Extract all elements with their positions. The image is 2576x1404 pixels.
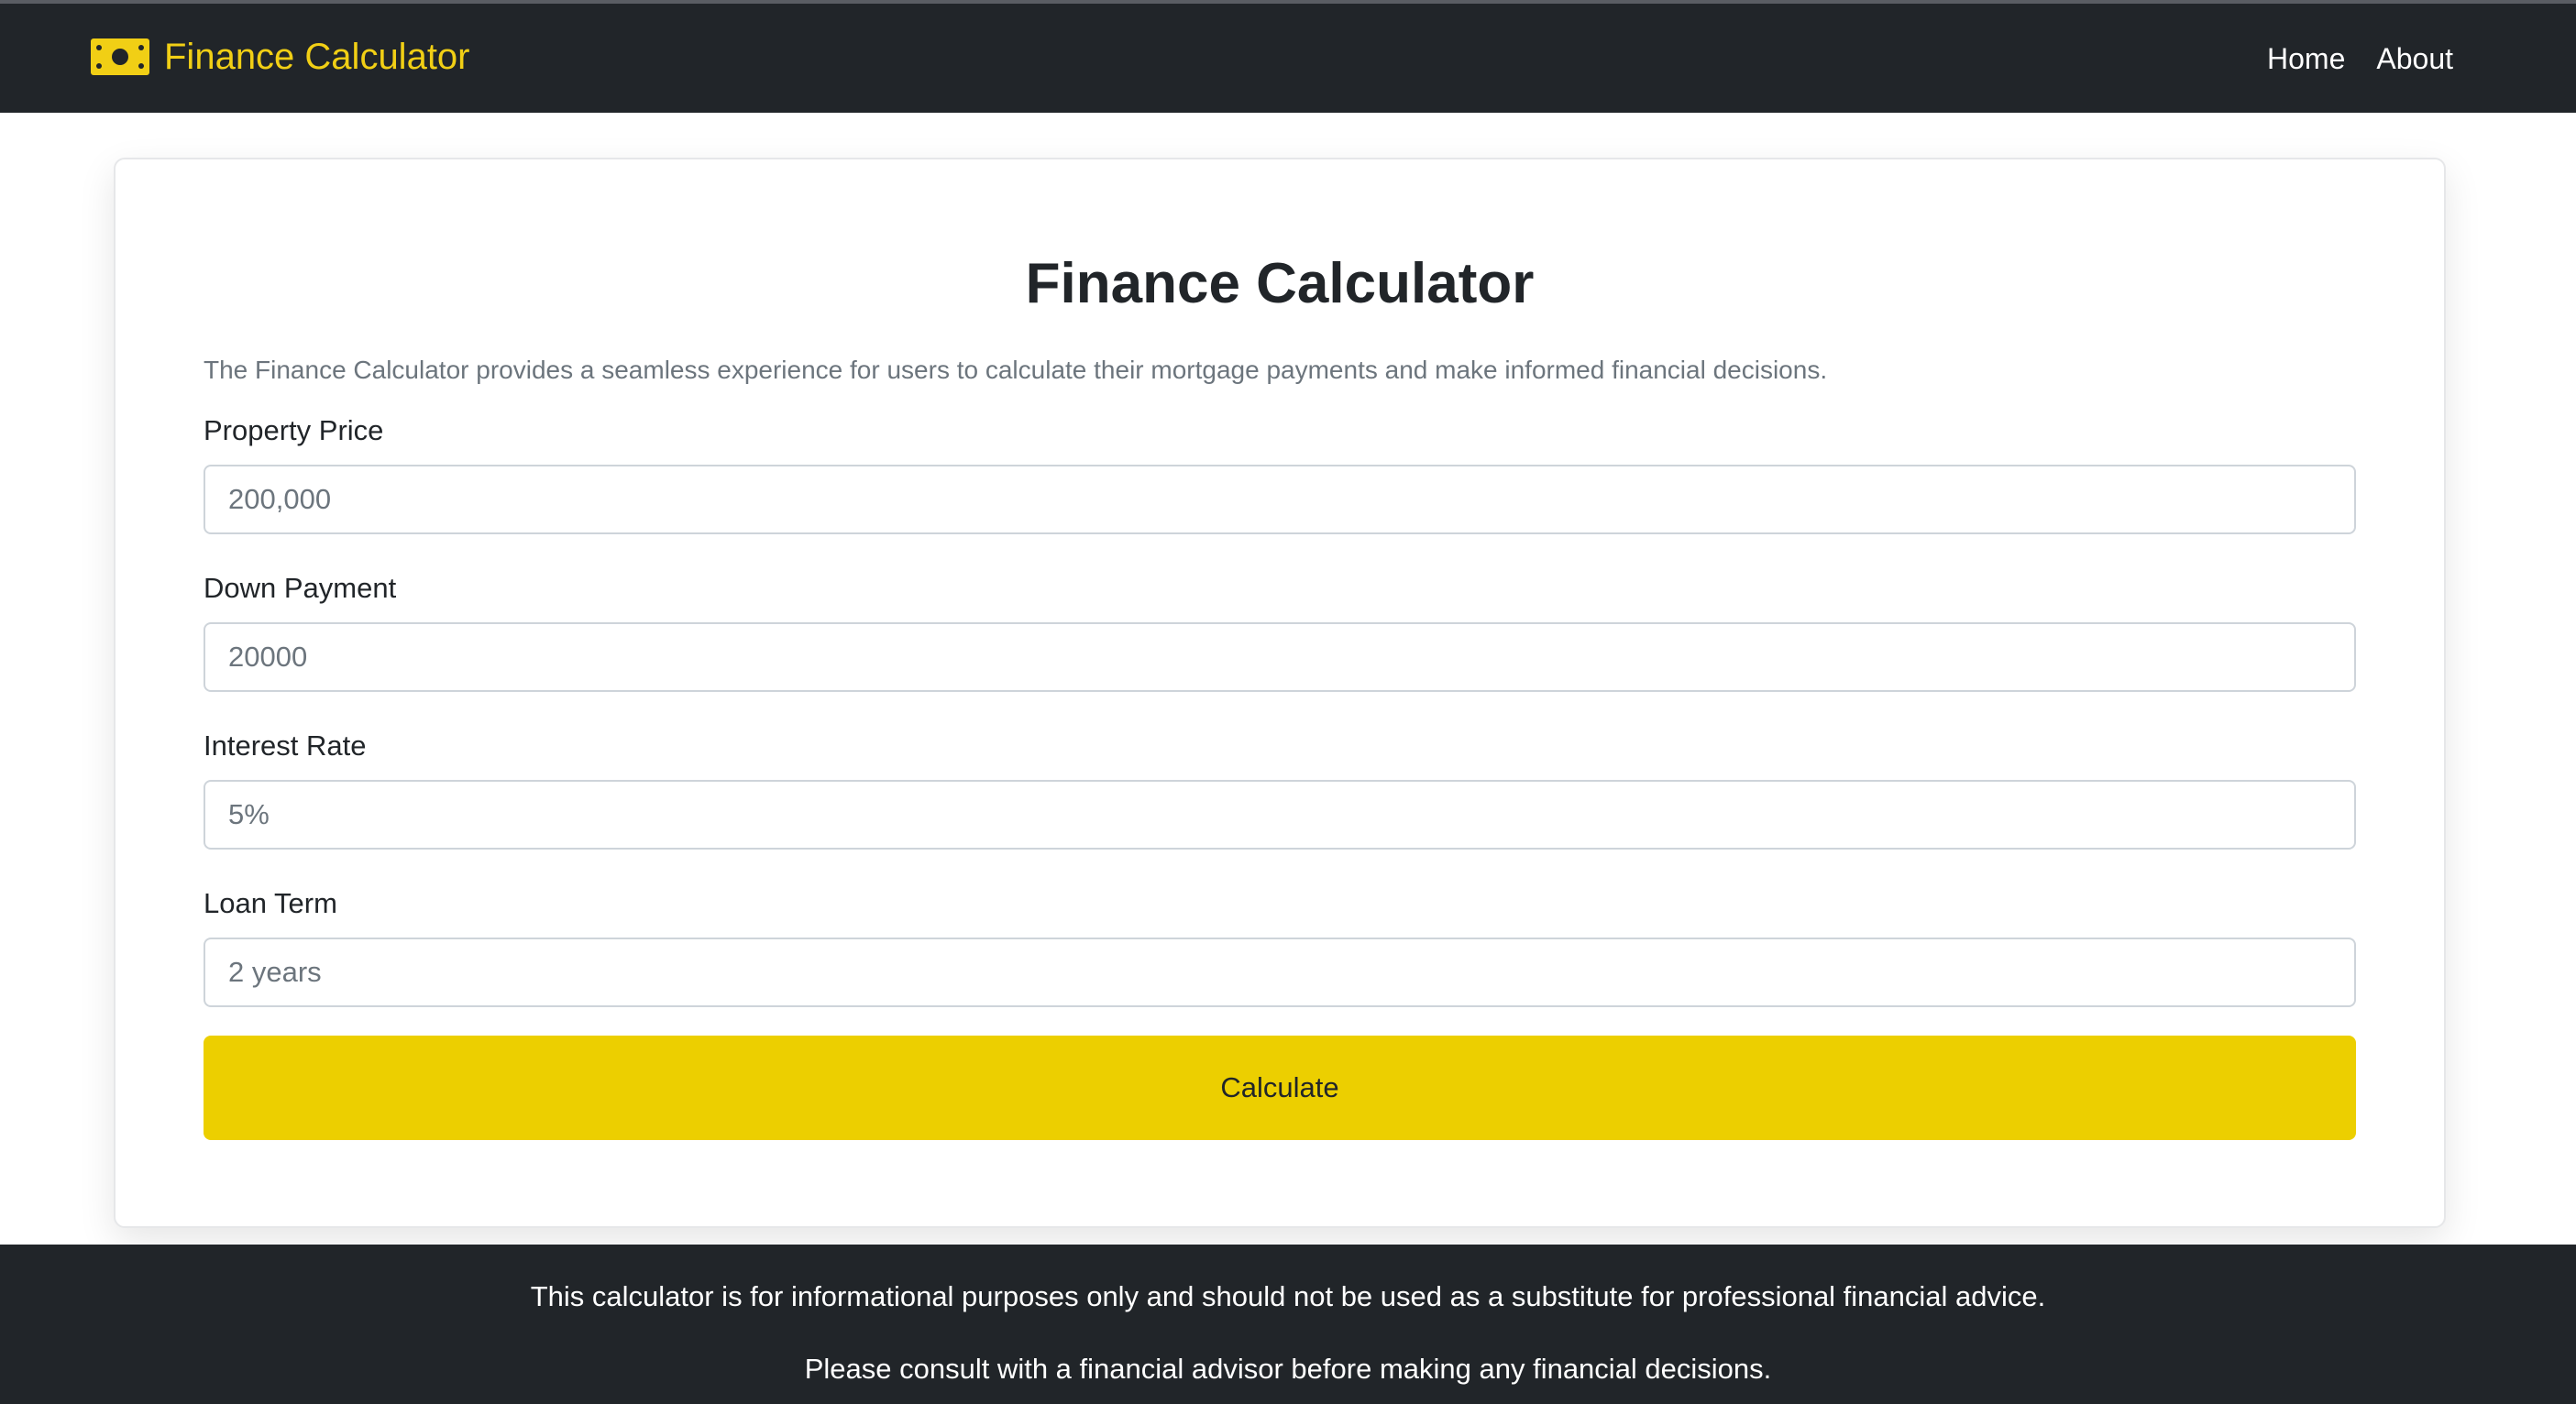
loan-term-input[interactable] [204, 938, 2356, 1007]
footer-advice: Please consult with a financial advisor … [804, 1353, 1772, 1385]
nav-link-home[interactable]: Home [2267, 31, 2345, 86]
loan-term-label: Loan Term [204, 887, 337, 919]
page-title: Finance Calculator [1025, 252, 1535, 315]
calculator-card: Finance Calculator The Finance Calculato… [114, 158, 2446, 1228]
property-price-input[interactable] [204, 465, 2356, 534]
money-bill-icon [91, 38, 149, 75]
brand-text: Finance Calculator [164, 37, 470, 77]
interest-rate-input[interactable] [204, 780, 2356, 850]
nav-links: Home About [2267, 31, 2453, 86]
interest-rate-label: Interest Rate [204, 729, 367, 762]
nav-link-about[interactable]: About [2376, 31, 2453, 86]
page-description: The Finance Calculator provides a seamle… [204, 356, 1828, 384]
brand-link[interactable]: Finance Calculator [91, 29, 470, 84]
down-payment-label: Down Payment [204, 572, 397, 604]
navbar: Finance Calculator Home About [0, 4, 2576, 113]
down-payment-input[interactable] [204, 622, 2356, 692]
footer: This calculator is for informational pur… [0, 1245, 2576, 1404]
calculate-button[interactable]: Calculate [204, 1036, 2356, 1140]
footer-disclaimer: This calculator is for informational pur… [530, 1280, 2046, 1312]
property-price-label: Property Price [204, 414, 384, 446]
